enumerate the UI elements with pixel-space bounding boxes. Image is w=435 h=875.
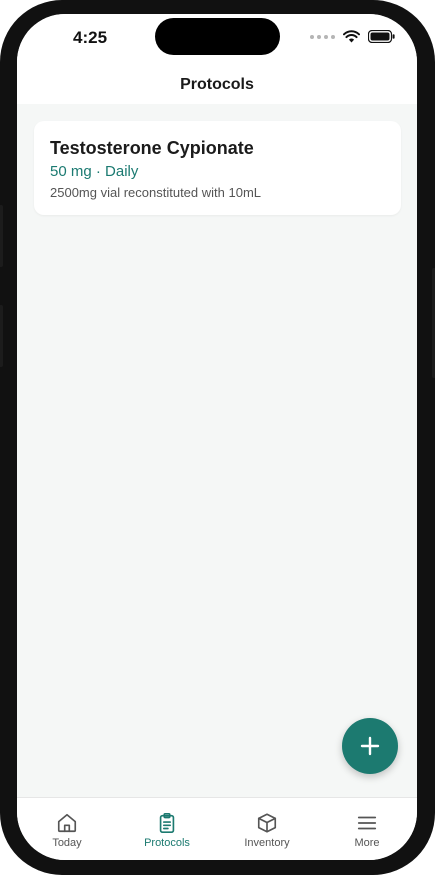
home-icon [57, 813, 77, 833]
tab-more[interactable]: More [317, 798, 417, 860]
tab-inventory[interactable]: Inventory [217, 798, 317, 860]
cellular-signal-icon [310, 34, 335, 39]
add-protocol-button[interactable] [342, 718, 398, 774]
box-icon [257, 813, 277, 833]
tab-today-label: Today [52, 837, 82, 849]
tab-protocols[interactable]: Protocols [117, 798, 217, 860]
clipboard-icon [159, 813, 175, 833]
menu-icon [357, 816, 377, 830]
device-frame: 4:25 Protocols Testosterone Cypionate 50… [0, 0, 435, 875]
status-icons [310, 30, 395, 43]
tab-today[interactable]: Today [17, 798, 117, 860]
tab-inventory-label: Inventory [244, 837, 290, 849]
page-title: Protocols [180, 76, 254, 93]
wifi-icon [343, 30, 360, 43]
battery-icon [368, 30, 395, 43]
volume-down-button [0, 305, 3, 367]
status-time: 4:25 [73, 28, 108, 47]
protocol-name: Testosterone Cypionate [50, 138, 254, 158]
screen: 4:25 Protocols Testosterone Cypionate 50… [17, 14, 417, 860]
volume-up-button [0, 205, 3, 267]
nav-header: Protocols [17, 66, 417, 104]
protocol-description: 2500mg vial reconstituted with 10mL [50, 185, 262, 200]
dynamic-island [155, 18, 280, 55]
tab-bar: Today Protocols Inventory More [17, 797, 417, 860]
protocol-dose: 50 mg · Daily [50, 163, 139, 180]
tab-protocols-label: Protocols [144, 837, 190, 849]
protocol-card[interactable]: Testosterone Cypionate 50 mg · Daily 250… [34, 121, 401, 215]
tab-more-label: More [354, 837, 380, 849]
status-bar: 4:25 [17, 14, 417, 66]
plus-icon [360, 736, 380, 756]
